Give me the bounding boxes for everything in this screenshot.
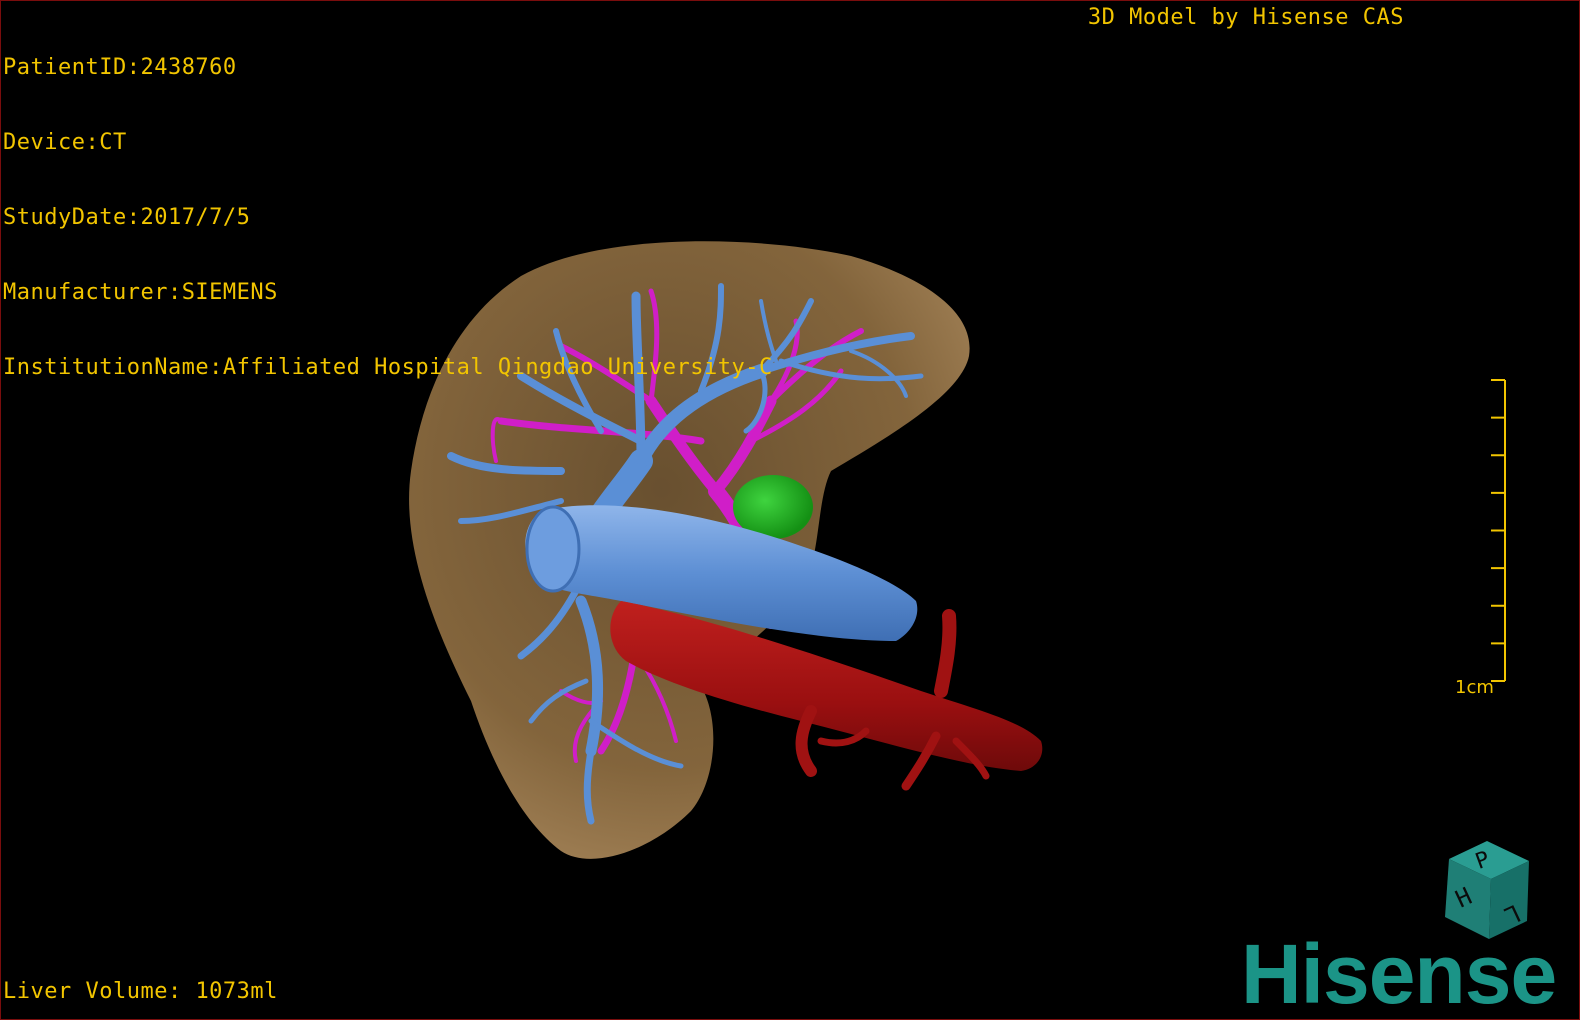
device-value: CT bbox=[99, 130, 127, 155]
patient-info-block: PatientID: 2438760 Device: CT StudyDate: 20… bbox=[3, 5, 773, 430]
study-date-value: 2017/7/5 bbox=[140, 205, 251, 230]
device-line: Device: CT bbox=[3, 130, 127, 155]
scale-bar-label: 1cm bbox=[1455, 677, 1494, 698]
liver-volume-value: 1073ml bbox=[195, 979, 278, 1004]
institution-value: Affiliated Hospital Qingdao University-C bbox=[222, 355, 773, 380]
patient-id-value: 2438760 bbox=[140, 55, 237, 80]
3d-viewport[interactable]: PatientID: 2438760 Device: CT StudyDate: 20… bbox=[0, 0, 1580, 1020]
institution-line: InstitutionName: Affiliated Hospital Qing… bbox=[3, 355, 773, 380]
study-date-line: StudyDate: 2017/7/5 bbox=[3, 205, 251, 230]
hisense-logo: Hisense bbox=[1241, 927, 1557, 1020]
liver-volume-label: Liver Volume: bbox=[3, 979, 196, 1004]
patient-id-line: PatientID: 2438760 bbox=[3, 55, 237, 80]
manufacturer-value: SIEMENS bbox=[181, 280, 278, 305]
liver-volume-line: Liver Volume: 1073ml bbox=[3, 979, 278, 1004]
model-brand-text: 3D Model by Hisense CAS bbox=[1087, 5, 1404, 30]
manufacturer-line: Manufacturer: SIEMENS bbox=[3, 280, 278, 305]
scale-bar bbox=[1491, 379, 1506, 682]
